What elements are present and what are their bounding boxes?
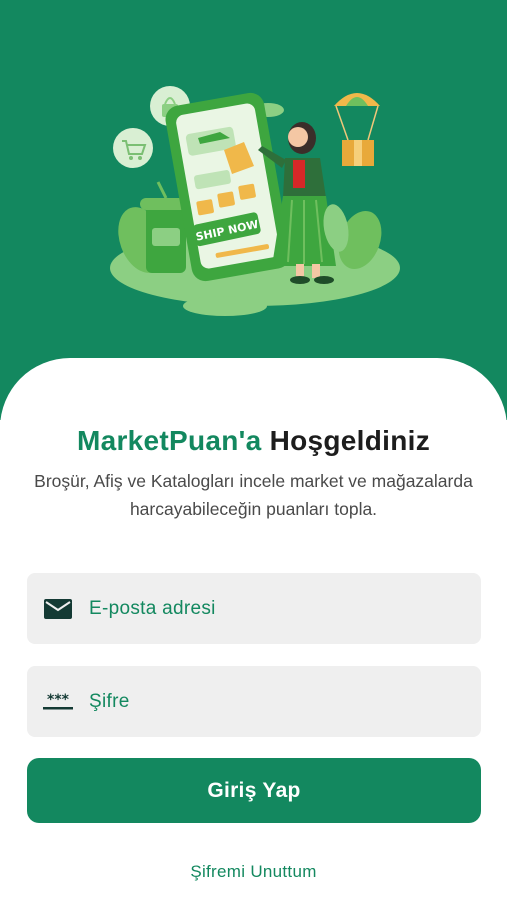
welcome-text: Hoşgeldiniz: [269, 425, 431, 456]
email-field[interactable]: [27, 573, 481, 644]
parachute-box-icon: [334, 93, 380, 166]
password-input[interactable]: [89, 690, 449, 713]
header-hero: SHIP NOW: [0, 0, 507, 420]
welcome-title: MarketPuan'a Hoşgeldiniz: [0, 425, 507, 457]
login-button[interactable]: Giriş Yap: [27, 758, 481, 823]
email-input[interactable]: [89, 597, 449, 620]
shopping-illustration: SHIP NOW: [110, 86, 400, 316]
password-field[interactable]: ***: [27, 666, 481, 737]
brand-name: MarketPuan'a: [76, 425, 262, 456]
password-dots-icon: ***: [43, 693, 73, 711]
cart-bubble-icon: [113, 128, 153, 168]
welcome-subtitle: Broşür, Afiş ve Katalogları incele marke…: [34, 471, 473, 519]
mail-icon: [43, 598, 73, 619]
svg-text:***: ***: [47, 693, 70, 708]
ground-blob-small: [183, 296, 267, 316]
forgot-password-link[interactable]: Şifremi Unuttum: [0, 862, 507, 882]
